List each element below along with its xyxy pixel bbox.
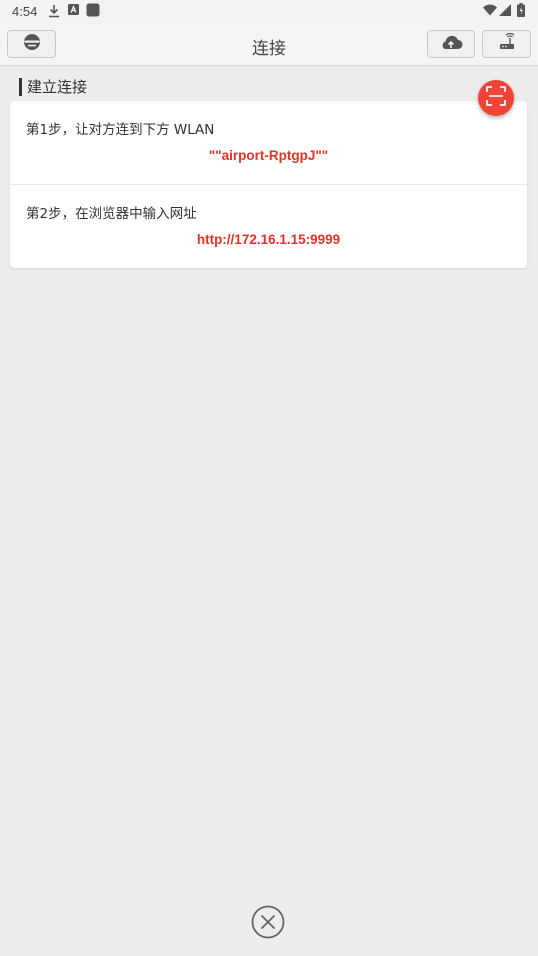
- close-circle-icon: [251, 905, 285, 943]
- font-a-icon: [68, 4, 82, 18]
- top-toolbar: 连接: [0, 24, 538, 66]
- section-title: 建立连接: [19, 78, 87, 96]
- step-row-2: 第2步，在浏览器中输入网址 http://172.16.1.15:9999: [10, 185, 527, 268]
- step-1-label: 第1步，让对方连到下方 WLAN: [26, 122, 215, 138]
- stop-square-icon: [86, 3, 100, 17]
- step-2-label: 第2步，在浏览器中输入网址: [26, 206, 197, 222]
- download-icon: [48, 4, 62, 18]
- url-address: http://172.16.1.15:9999: [196, 232, 341, 247]
- scan-icon: [486, 86, 506, 110]
- signal-icon: [499, 4, 513, 18]
- connection-steps-card: 第1步，让对方连到下方 WLAN ""airport-RptgpJ"" 第2步，…: [10, 101, 527, 268]
- wifi-icon: [483, 4, 497, 18]
- battery-icon: [517, 3, 531, 17]
- wlan-name: ""airport-RptgpJ"": [208, 148, 329, 163]
- cloud-upload-icon: [439, 33, 463, 55]
- scan-button[interactable]: [478, 80, 514, 116]
- close-button[interactable]: [251, 905, 285, 943]
- step-row-1: 第1步，让对方连到下方 WLAN ""airport-RptgpJ"": [10, 101, 527, 185]
- router-icon: [497, 32, 517, 55]
- status-bar: 4:54: [0, 0, 538, 24]
- status-time: 4:54: [12, 4, 38, 19]
- cloud-upload-button[interactable]: [427, 30, 475, 58]
- router-button[interactable]: [482, 30, 531, 58]
